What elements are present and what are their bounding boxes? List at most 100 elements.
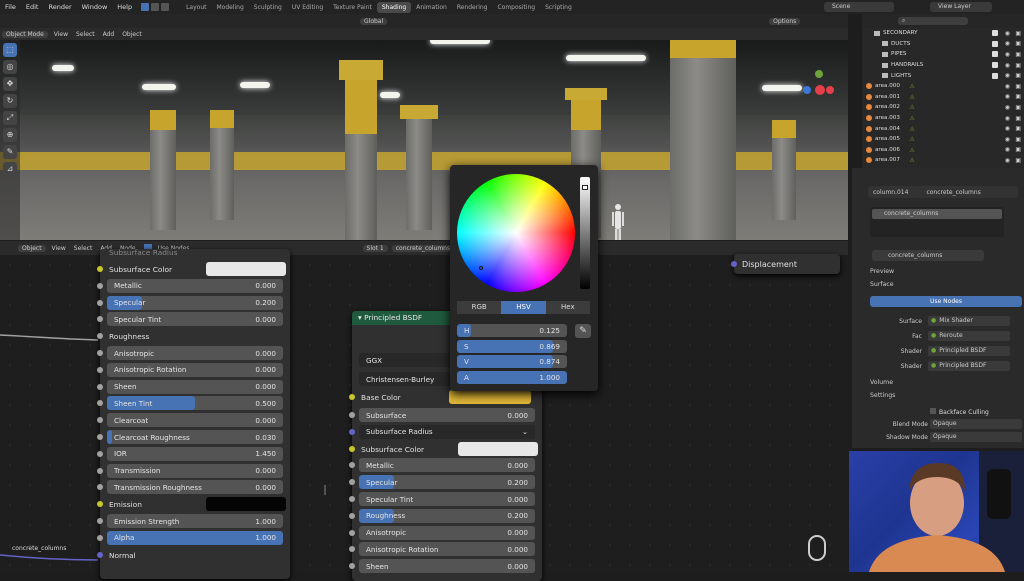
workspace-tab-texture-paint[interactable]: Texture Paint [328, 2, 377, 13]
input-socket[interactable] [97, 400, 103, 407]
eye-icon[interactable]: ◉ [1005, 157, 1010, 164]
value-slider[interactable]: Sheen Tint 0.500 [107, 396, 283, 411]
move-tool-icon[interactable]: ✥ [3, 77, 17, 91]
value-handle[interactable] [582, 185, 588, 190]
section-volume[interactable]: Volume [870, 379, 893, 386]
camera-icon[interactable]: ▣ [1015, 136, 1021, 143]
color-field-s[interactable]: S 0.869 [457, 339, 567, 353]
workspace-tab-modeling[interactable]: Modeling [212, 2, 249, 13]
camera-icon[interactable]: ▣ [1015, 40, 1021, 47]
input-socket[interactable] [349, 445, 355, 452]
viewport-menu-add[interactable]: Add [99, 31, 119, 38]
eye-icon[interactable]: ◉ [1005, 40, 1010, 47]
camera-icon[interactable]: ▣ [1015, 115, 1021, 122]
value-slider[interactable]: Anisotropic Rotation 0.000 [107, 362, 283, 377]
cursor-tool-icon[interactable]: ◎ [3, 60, 17, 74]
input-socket[interactable] [349, 394, 355, 400]
menu-render[interactable]: Render [43, 3, 76, 11]
outliner-object[interactable]: area.005 ◬ ◉ ▣ [862, 134, 1024, 145]
value-slider[interactable]: Specular Tint 0.000 [359, 492, 535, 506]
input-socket[interactable] [349, 428, 355, 435]
input-socket[interactable] [349, 412, 355, 418]
input-socket[interactable] [349, 563, 355, 570]
viewport-menu-object[interactable]: Object [118, 31, 146, 38]
workspace-tab-uv-editing[interactable]: UV Editing [287, 2, 328, 13]
color-swatch[interactable] [206, 262, 286, 276]
workspace-tab-animation[interactable]: Animation [411, 2, 452, 13]
eye-icon[interactable]: ◉ [1005, 93, 1010, 100]
value-slider[interactable]: Anisotropic 0.000 [359, 525, 535, 540]
scale-tool-icon[interactable]: ⤢ [3, 111, 17, 125]
color-mode-rgb[interactable]: RGB [457, 301, 502, 314]
outliner-object[interactable]: area.003 ◬ ◉ ▣ [862, 113, 1024, 124]
color-field-h[interactable]: H 0.125 [457, 324, 567, 337]
shadow-mode-dropdown[interactable]: Opaque [930, 432, 1022, 442]
input-socket[interactable] [97, 383, 103, 390]
material-dropdown[interactable]: concrete_columns [391, 244, 455, 252]
workspace-tab-scripting[interactable]: Scripting [540, 2, 577, 13]
input-socket[interactable] [97, 518, 103, 524]
input-socket[interactable] [97, 316, 103, 323]
select-mode-buttons[interactable] [141, 3, 170, 11]
subsurface-radius-dropdown[interactable]: Subsurface Radius ⌄ [359, 424, 535, 439]
section-settings[interactable]: Settings [870, 392, 895, 399]
menu-edit[interactable]: Edit [21, 3, 44, 11]
checkbox-icon[interactable] [992, 51, 998, 58]
checkbox-icon[interactable] [992, 72, 998, 79]
color-mode-hex[interactable]: Hex [545, 301, 590, 314]
input-socket[interactable] [97, 417, 103, 424]
value-slider[interactable]: Specular 0.200 [107, 295, 283, 310]
input-socket[interactable] [97, 551, 103, 558]
outliner-search[interactable]: ⌕ [898, 17, 968, 25]
input-socket[interactable] [349, 496, 355, 502]
input-socket[interactable] [97, 434, 103, 440]
outliner-collection[interactable]: LIGHTS ◉ ▣ [862, 70, 1024, 81]
value-slider[interactable]: Emission Strength 1.000 [107, 514, 283, 528]
select-box-tool-icon[interactable]: ⬚ [3, 43, 17, 57]
input-socket[interactable] [349, 462, 355, 469]
value-slider[interactable]: Transmission 0.000 [107, 463, 283, 478]
annotate-tool-icon[interactable]: ✎ [3, 145, 17, 159]
input-socket[interactable] [97, 266, 103, 272]
displacement-socket-node[interactable]: Displacement [731, 254, 840, 274]
field-value-dropdown[interactable]: ● Principled BSDF [928, 361, 1010, 371]
field-value-dropdown[interactable]: ● Principled BSDF [928, 346, 1010, 356]
color-picker-popup[interactable]: RGB HSV Hex H 0.125 S 0.869 V 0.874 A 1.000 ✎ [450, 165, 598, 391]
value-slider[interactable]: Transmission Roughness 0.000 [107, 480, 283, 495]
displacement-socket[interactable] [731, 261, 737, 267]
input-socket[interactable] [97, 299, 103, 306]
transform-tool-icon[interactable]: ⊕ [3, 128, 17, 142]
section-preview[interactable]: Preview [870, 268, 894, 275]
eye-icon[interactable]: ◉ [1005, 136, 1010, 143]
camera-icon[interactable]: ▣ [1015, 30, 1021, 37]
checkbox-icon[interactable] [992, 30, 998, 37]
slot-dropdown[interactable]: Slot 1 [362, 244, 388, 252]
input-socket[interactable] [97, 366, 103, 373]
eye-icon[interactable]: ◉ [1005, 83, 1010, 90]
menu-window[interactable]: Window [77, 3, 113, 11]
value-slider[interactable]: Metallic 0.000 [359, 458, 535, 473]
orientation-dropdown[interactable]: Global [360, 17, 388, 25]
section-surface[interactable]: Surface [870, 281, 894, 288]
camera-icon[interactable]: ▣ [1015, 125, 1021, 132]
value-slider[interactable]: Sheen 0.000 [107, 379, 283, 394]
eye-icon[interactable]: ◉ [1005, 62, 1010, 69]
input-socket[interactable] [349, 529, 355, 536]
input-socket[interactable] [97, 333, 103, 340]
eye-icon[interactable]: ◉ [1005, 146, 1010, 153]
use-nodes-button[interactable]: Use Nodes [870, 296, 1022, 307]
input-socket[interactable] [349, 512, 355, 519]
outliner-collection[interactable]: HANDRAILS ◉ ▣ [862, 60, 1024, 71]
camera-icon[interactable]: ▣ [1015, 146, 1021, 153]
eye-icon[interactable]: ◉ [1005, 30, 1010, 37]
value-slider[interactable]: Specular Tint 0.000 [107, 312, 283, 327]
material-name-field[interactable]: concrete_columns [872, 250, 984, 261]
menu-help[interactable]: Help [112, 3, 137, 11]
input-socket[interactable] [97, 534, 103, 541]
field-value-dropdown[interactable]: ● Reroute [928, 331, 1010, 341]
outliner-object[interactable]: area.004 ◬ ◉ ▣ [862, 123, 1024, 134]
menu-file[interactable]: File [0, 3, 21, 11]
input-socket[interactable] [97, 484, 103, 491]
camera-icon[interactable]: ▣ [1015, 93, 1021, 100]
outliner-object[interactable]: area.000 ◬ ◉ ▣ [862, 81, 1024, 92]
